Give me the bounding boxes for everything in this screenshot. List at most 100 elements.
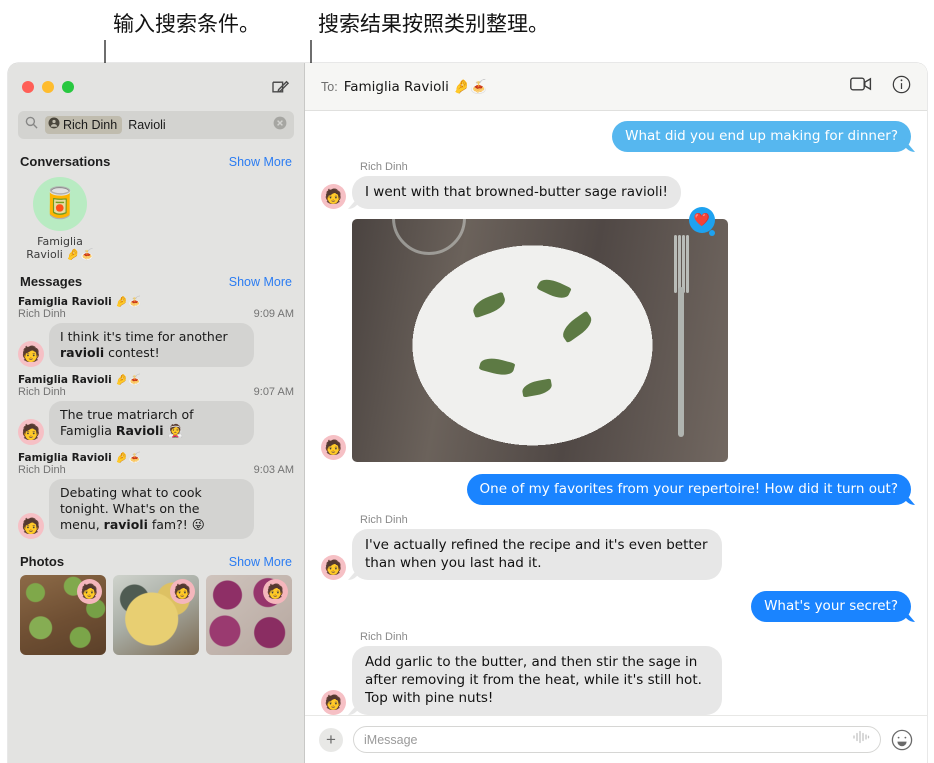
annotation-right-text: 搜索结果按照类别整理。 [318,12,549,36]
conversation-result-item[interactable]: 🥫 Famiglia Ravioli 🤌🍝 [22,177,98,261]
message-sender-name: Rich Dinh [360,631,408,643]
sage-leaf-decor [521,378,553,398]
conversation-name-line2: Ravioli 🤌🍝 [26,248,94,261]
message-bubble-incoming[interactable]: I've actually refined the recipe and it'… [352,529,722,580]
search-container: Rich Dinh Ravioli [8,111,304,147]
text-after: 👰 [163,423,184,438]
message-result-time: 9:09 AM [253,308,294,320]
show-more-photos[interactable]: Show More [229,555,292,569]
conversations-row: 🥫 Famiglia Ravioli 🤌🍝 [8,173,304,267]
search-token-label: Rich Dinh [63,117,118,132]
text-before: I think it's time for another [60,329,228,344]
message-bubble-incoming[interactable]: Add garlic to the butter, and then stir … [352,646,722,715]
text-after: fam?! 😜 [147,517,205,532]
photo-attachment[interactable] [352,219,728,462]
search-query-text: Ravioli [128,118,166,132]
message-result-time: 9:07 AM [253,386,294,398]
message-result-row[interactable]: Famiglia Ravioli 🤌🍝 Rich Dinh 9:09 AM 🧑 … [8,293,304,371]
heart-reaction-badge[interactable]: ❤️ [689,207,715,236]
close-button[interactable] [22,81,34,93]
message-result-bubble: I think it's time for another ravioli co… [49,323,254,367]
section-header-conversations: Conversations Show More [8,147,304,173]
photo-result-item[interactable]: 🧑 [20,575,106,655]
avatar: 🧑 [170,579,195,604]
header-actions [850,75,911,99]
search-icon [25,116,39,134]
minimize-button[interactable] [42,81,54,93]
compose-icon[interactable] [270,77,290,97]
message-result-time: 9:03 AM [253,464,294,476]
message-bubble-outgoing[interactable]: What's your secret? [751,591,911,622]
message-result-sender: Rich Dinh [18,386,66,398]
photos-row: 🧑 🧑 🧑 [8,573,304,655]
clear-icon[interactable] [273,116,287,135]
message-bubble-outgoing[interactable]: One of my favorites from your repertoire… [466,474,911,505]
emoji-smiley-icon[interactable] [891,729,913,751]
message-result-conversation: Famiglia Ravioli 🤌🍝 [18,296,142,308]
show-more-messages[interactable]: Show More [229,275,292,289]
section-title: Photos [20,554,65,569]
video-camera-icon[interactable] [850,76,872,97]
person-icon [48,117,60,132]
message-bubble-outgoing[interactable]: What did you end up making for dinner? [612,121,911,152]
chat-header: To: Famiglia Ravioli 🤌🍝 [305,63,927,111]
avatar: 🧑 [321,690,346,715]
message-sender-name: Rich Dinh [360,161,408,173]
message-result-conversation: Famiglia Ravioli 🤌🍝 [18,452,142,464]
message-row-outgoing: One of my favorites from your repertoire… [321,474,911,505]
sage-leaf-decor [536,274,572,303]
message-row-incoming: 🧑 Rich Dinh I went with that browned-but… [321,161,911,209]
message-row-attachment: 🧑 ❤️ [321,207,911,462]
fork-decor [674,235,689,437]
sidebar-titlebar [8,63,304,111]
message-bubble-incoming[interactable]: I went with that browned-butter sage rav… [352,176,681,209]
avatar: 🧑 [321,435,346,460]
section-title: Messages [20,274,83,289]
show-more-conversations[interactable]: Show More [229,155,292,169]
sage-leaf-decor [478,354,516,379]
message-row-incoming: 🧑 Rich Dinh Add garlic to the butter, an… [321,631,911,715]
photo-result-item[interactable]: 🧑 [113,575,199,655]
message-result-conversation: Famiglia Ravioli 🤌🍝 [18,374,142,386]
avatar: 🧑 [18,341,44,367]
message-result-sender: Rich Dinh [18,308,66,320]
message-result-row[interactable]: Famiglia Ravioli 🤌🍝 Rich Dinh 9:07 AM 🧑 … [8,371,304,449]
avatar: 🧑 [321,555,346,580]
zoom-button[interactable] [62,81,74,93]
tomato-can-avatar-icon: 🥫 [33,177,87,231]
text-after: contest! [104,345,160,360]
sage-leaf-decor [558,310,596,344]
avatar: 🧑 [77,579,102,604]
search-token-rich-dinh[interactable]: Rich Dinh [45,116,123,134]
recipient-name[interactable]: Famiglia Ravioli 🤌🍝 [344,79,487,95]
annotation-left-text: 输入搜索条件。 [113,12,260,36]
traffic-lights [22,81,74,93]
add-attachment-button[interactable]: + [319,727,343,752]
message-result-bubble: Debating what to cook tonight. What's on… [49,479,254,539]
info-icon[interactable] [892,75,911,99]
section-title: Conversations [20,154,111,169]
search-results: Conversations Show More 🥫 Famiglia Ravio… [8,147,304,763]
photo-result-item[interactable]: 🧑 [206,575,292,655]
messages-window: Rich Dinh Ravioli Conversations Show Mor… [8,63,927,763]
audio-waveform-icon[interactable] [852,730,870,749]
match-highlight: Ravioli [115,423,164,438]
sage-leaf-decor [470,291,508,319]
message-result-row[interactable]: Famiglia Ravioli 🤌🍝 Rich Dinh 9:03 AM 🧑 … [8,449,304,543]
chat-pane: To: Famiglia Ravioli 🤌🍝 What did you end… [305,63,927,763]
message-row-outgoing: What's your secret? [321,591,911,622]
section-header-messages: Messages Show More [8,267,304,293]
avatar: 🧑 [263,579,288,604]
sidebar: Rich Dinh Ravioli Conversations Show Mor… [8,63,305,763]
search-input[interactable]: Rich Dinh Ravioli [18,111,294,139]
match-highlight: ravioli [103,517,148,532]
to-label: To: [321,79,338,94]
imessage-input[interactable]: iMessage [353,726,881,753]
match-highlight: ravioli [60,345,105,360]
message-result-sender: Rich Dinh [18,464,66,476]
message-row-incoming: 🧑 Rich Dinh I've actually refined the re… [321,514,911,580]
message-thread[interactable]: What did you end up making for dinner? 🧑… [305,111,927,715]
message-sender-name: Rich Dinh [360,514,408,526]
glass-rim-decor [392,219,466,255]
message-row-outgoing: What did you end up making for dinner? [321,121,911,152]
